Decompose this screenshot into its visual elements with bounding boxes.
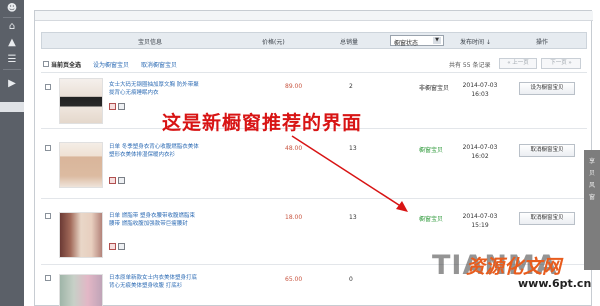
product-tag-icons: [109, 243, 127, 252]
cancel-window-button[interactable]: 取消橱窗宝贝: [519, 212, 575, 225]
user-icon[interactable]: ☻: [6, 4, 18, 14]
product-title[interactable]: 女士大码无钢圈抽加厚文胸 防外带聚拢背心无痕睡眠内衣: [109, 81, 199, 97]
product-title[interactable]: 日单 燃脂带 塑身衣腰带收腹燃脂束腰带 燃脂收腹加强款带巨瘦腰封: [109, 212, 199, 228]
record-count: 共有 55 条记录: [449, 62, 491, 69]
tag-icon: [109, 177, 116, 184]
publish-date: 2014-07-03: [462, 82, 498, 89]
publish-time: 2014-07-03 16:02: [457, 143, 503, 161]
row-checkbox[interactable]: [45, 145, 51, 151]
header-action: 操作: [536, 39, 549, 46]
publish-time: 2014-07-03 16:03: [457, 81, 503, 99]
expand-arrow-icon[interactable]: ▶: [6, 79, 18, 89]
product-thumbnail[interactable]: [59, 142, 103, 188]
select-all-label[interactable]: 当前页全选: [51, 60, 81, 69]
select-all-checkbox[interactable]: [43, 61, 49, 67]
bulk-toolbar: 当前页全选 设为橱窗宝贝 取消橱窗宝贝 共有 55 条记录 « 上一页 下一页 …: [41, 57, 587, 73]
publish-clock: 16:03: [471, 91, 489, 98]
publish-clock: 15:19: [471, 222, 489, 229]
annotation-text: 这是新橱窗推荐的界面: [162, 112, 363, 134]
table-row: 日单 冬季塑身衣背心收腹燃脂衣美体塑形衣美体排湿保暖内衣衫 48.00 13 橱…: [41, 139, 587, 199]
chevron-down-icon: ▼: [433, 37, 441, 44]
product-title[interactable]: 日单 冬季塑身衣背心收腹燃脂衣美体塑形衣美体排湿保暖内衣衫: [109, 143, 199, 159]
product-tag-icons: [109, 103, 127, 112]
phone-icon: [118, 177, 125, 184]
side-overlay-text: 享 贝 风 窗: [588, 158, 595, 201]
publish-clock: 16:02: [471, 153, 489, 160]
publish-date: 2014-07-03: [462, 144, 498, 151]
prev-page-button[interactable]: « 上一页: [499, 58, 537, 69]
window-status: 非橱窗宝贝: [419, 85, 450, 92]
next-page-button[interactable]: 下一页 »: [541, 58, 581, 69]
cancel-window-button[interactable]: 取消橱窗宝贝: [519, 144, 575, 157]
phone-icon: [118, 103, 125, 110]
row-checkbox[interactable]: [45, 275, 51, 281]
product-tag-icons: [109, 177, 127, 186]
tag-icon: [109, 243, 116, 250]
product-qty: 2: [349, 83, 353, 90]
phone-icon: [118, 243, 125, 250]
window-status: 橱窗宝贝: [419, 216, 444, 223]
sidebar-divider: [3, 69, 21, 70]
header-time[interactable]: 发布时间 ↓: [460, 37, 491, 46]
set-window-link[interactable]: 设为橱窗宝贝: [93, 60, 129, 69]
product-price: 89.00: [285, 83, 303, 90]
list-icon[interactable]: ☰: [6, 55, 18, 65]
home-icon[interactable]: ⌂: [6, 22, 18, 32]
status-filter-select[interactable]: 橱窗状态 ▼: [390, 35, 444, 47]
sidebar-divider: [3, 17, 21, 18]
set-window-button[interactable]: 设为橱窗宝贝: [519, 82, 575, 95]
panel-top-bar: [35, 11, 593, 21]
row-checkbox[interactable]: [45, 84, 51, 90]
product-thumbnail[interactable]: [59, 274, 103, 306]
upload-icon[interactable]: ▲: [6, 38, 18, 48]
table-header: 宝贝信息 价格(元) 总销量 橱窗状态 ▼ 发布时间 ↓ 操作: [41, 32, 587, 49]
product-thumbnail[interactable]: [59, 212, 103, 258]
window-status: 橱窗宝贝: [419, 147, 444, 154]
sidebar-gap: [0, 102, 24, 112]
cancel-window-link[interactable]: 取消橱窗宝贝: [141, 60, 177, 69]
product-price: 18.00: [285, 214, 303, 221]
status-filter-value: 橱窗状态: [394, 40, 419, 47]
publish-date: 2014-07-03: [462, 213, 498, 220]
product-thumbnail[interactable]: [59, 78, 103, 124]
header-product: 宝贝信息: [138, 39, 163, 46]
publish-time: 2014-07-03 15:19: [457, 212, 503, 230]
product-price: 48.00: [285, 145, 303, 152]
product-qty: 13: [349, 145, 357, 152]
product-qty: 0: [349, 276, 353, 283]
product-title[interactable]: 日本原单新款女士内衣美体塑身打底背心无痕美体塑身收腹 打底衫: [109, 274, 199, 290]
tag-icon: [109, 103, 116, 110]
watermark-url: www.6pt.cn: [518, 277, 592, 290]
header-qty: 总销量: [340, 39, 359, 46]
watermark-site: 资源化文网: [466, 256, 562, 278]
header-price: 价格(元): [262, 39, 285, 46]
product-qty: 13: [349, 214, 357, 221]
sidebar: ☻ ⌂ ▲ ☰ ▶: [0, 0, 24, 306]
row-checkbox[interactable]: [45, 213, 51, 219]
product-price: 65.00: [285, 276, 303, 283]
